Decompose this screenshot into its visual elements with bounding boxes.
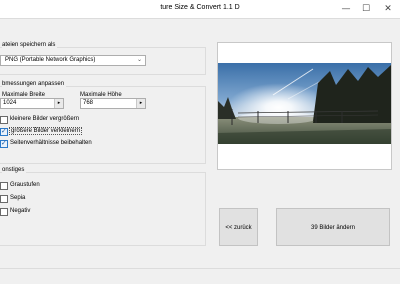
preview-image — [218, 63, 391, 144]
convert-images-button[interactable]: 39 Bilder ändern — [276, 208, 390, 246]
grayscale-label: Graustufen — [10, 182, 40, 188]
shrink-larger-label: größere Bilder verkleinern — [9, 127, 83, 135]
max-height-input[interactable]: 768 ▸ — [80, 98, 146, 109]
shrink-larger-checkbox[interactable]: ✓ — [0, 127, 8, 136]
max-height-value: 768 — [83, 100, 94, 106]
enlarge-smaller-checkbox[interactable] — [0, 116, 8, 124]
back-button[interactable]: << zurück — [219, 208, 258, 246]
sepia-label: Sepia — [10, 195, 26, 201]
save-as-group-label: ateien speichern als — [2, 42, 58, 48]
chevron-down-icon: ⌄ — [136, 56, 142, 63]
other-group-label: onstiges — [2, 167, 27, 173]
negative-label: Negativ — [10, 208, 31, 214]
grayscale-checkbox[interactable] — [0, 182, 8, 190]
format-select[interactable]: PNG (Portable Network Graphics) ⌄ — [0, 55, 146, 66]
close-button[interactable]: ✕ — [378, 0, 398, 18]
title-bar: ture Size & Convert 1.1 D — ☐ ✕ — [0, 0, 400, 18]
minimize-button[interactable]: — — [336, 0, 356, 18]
max-height-spin-button[interactable]: ▸ — [136, 99, 145, 108]
format-select-value: PNG (Portable Network Graphics) — [5, 57, 96, 63]
dimensions-group-label: bmessungen anpassen — [2, 81, 67, 87]
title-separator — [0, 18, 400, 19]
sepia-checkbox[interactable] — [0, 195, 8, 203]
max-width-input[interactable]: 1024 ▸ — [0, 98, 64, 109]
keep-aspect-checkbox[interactable]: ✓ — [0, 139, 8, 148]
keep-aspect-label: Seitenverhältnisse beibehalten — [10, 140, 92, 146]
status-separator — [0, 268, 400, 269]
check-icon: ✓ — [1, 139, 7, 147]
maximize-button[interactable]: ☐ — [356, 0, 376, 18]
max-width-spin-button[interactable]: ▸ — [54, 99, 63, 108]
negative-checkbox[interactable] — [0, 208, 8, 216]
check-icon: ✓ — [1, 127, 7, 135]
preview-panel — [217, 42, 392, 170]
max-width-value: 1024 — [3, 100, 17, 106]
enlarge-smaller-label: kleinere Bilder vergrößern — [10, 116, 80, 122]
